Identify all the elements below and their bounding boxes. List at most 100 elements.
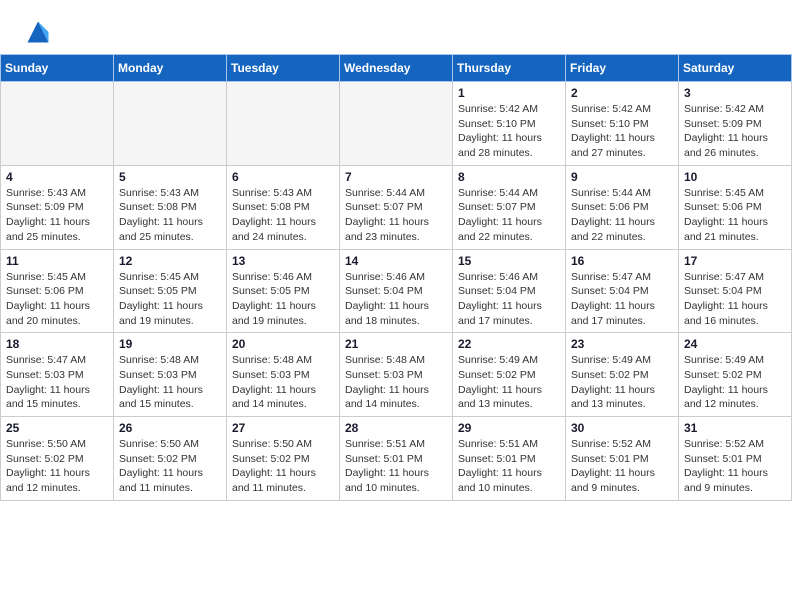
calendar-cell: 12Sunrise: 5:45 AM Sunset: 5:05 PM Dayli… <box>114 249 227 333</box>
calendar-cell: 31 Sunrise: 5:52 AM Sunset: 5:01 PM Dayli… <box>679 417 792 501</box>
calendar-cell: 16 Sunrise: 5:47 AM Sunset: 5:04 PM Dayli… <box>566 249 679 333</box>
calendar-cell: 1 Sunrise: 5:42 AM Sunset: 5:10 PM Daylig… <box>453 82 566 166</box>
day-number: 7 <box>345 170 447 184</box>
calendar-cell: 29Sunrise: 5:51 AM Sunset: 5:01 PM Dayli… <box>453 417 566 501</box>
calendar-cell: 17 Sunrise: 5:47 AM Sunset: 5:04 PM Dayli… <box>679 249 792 333</box>
weekday-header-wednesday: Wednesday <box>340 55 453 82</box>
calendar-week-3: 11 Sunrise: 5:45 AM Sunset: 5:06 PM Dayli… <box>1 249 792 333</box>
calendar-cell <box>340 82 453 166</box>
calendar-week-1: 1 Sunrise: 5:42 AM Sunset: 5:10 PM Daylig… <box>1 82 792 166</box>
calendar-cell: 8Sunrise: 5:44 AM Sunset: 5:07 PM Daylig… <box>453 165 566 249</box>
day-number: 20 <box>232 337 334 351</box>
day-number: 2 <box>571 86 673 100</box>
day-number: 31 <box>684 421 786 435</box>
calendar-cell: 9Sunrise: 5:44 AM Sunset: 5:06 PM Daylig… <box>566 165 679 249</box>
calendar-cell: 21Sunrise: 5:48 AM Sunset: 5:03 PM Dayli… <box>340 333 453 417</box>
day-number: 14 <box>345 254 447 268</box>
calendar-cell <box>227 82 340 166</box>
day-number: 16 <box>571 254 673 268</box>
calendar-cell: 3 Sunrise: 5:42 AM Sunset: 5:09 PM Daylig… <box>679 82 792 166</box>
day-detail: Sunrise: 5:46 AM Sunset: 5:04 PM Dayligh… <box>458 270 560 329</box>
day-detail: Sunrise: 5:42 AM Sunset: 5:10 PM Dayligh… <box>458 102 560 161</box>
logo-icon <box>24 18 52 46</box>
day-detail: Sunrise: 5:47 AM Sunset: 5:04 PM Dayligh… <box>684 270 786 329</box>
calendar-cell: 7 Sunrise: 5:44 AM Sunset: 5:07 PM Daylig… <box>340 165 453 249</box>
day-number: 23 <box>571 337 673 351</box>
calendar-cell: 6Sunrise: 5:43 AM Sunset: 5:08 PM Daylig… <box>227 165 340 249</box>
weekday-header-saturday: Saturday <box>679 55 792 82</box>
calendar-week-2: 4 Sunrise: 5:43 AM Sunset: 5:09 PM Daylig… <box>1 165 792 249</box>
calendar-cell: 28Sunrise: 5:51 AM Sunset: 5:01 PM Dayli… <box>340 417 453 501</box>
calendar-cell <box>114 82 227 166</box>
day-number: 22 <box>458 337 560 351</box>
calendar-cell <box>1 82 114 166</box>
day-detail: Sunrise: 5:51 AM Sunset: 5:01 PM Dayligh… <box>458 437 560 496</box>
calendar-cell: 20 Sunrise: 5:48 AM Sunset: 5:03 PM Dayli… <box>227 333 340 417</box>
day-number: 18 <box>6 337 108 351</box>
day-number: 15 <box>458 254 560 268</box>
day-detail: Sunrise: 5:42 AM Sunset: 5:10 PM Dayligh… <box>571 102 673 161</box>
day-number: 25 <box>6 421 108 435</box>
weekday-header-monday: Monday <box>114 55 227 82</box>
weekday-header-thursday: Thursday <box>453 55 566 82</box>
day-detail: Sunrise: 5:49 AM Sunset: 5:02 PM Dayligh… <box>571 353 673 412</box>
calendar-week-4: 18 Sunrise: 5:47 AM Sunset: 5:03 PM Dayli… <box>1 333 792 417</box>
day-detail: Sunrise: 5:46 AM Sunset: 5:04 PM Dayligh… <box>345 270 447 329</box>
calendar-table: SundayMondayTuesdayWednesdayThursdayFrid… <box>0 54 792 501</box>
day-detail: Sunrise: 5:43 AM Sunset: 5:08 PM Dayligh… <box>119 186 221 245</box>
day-number: 28 <box>345 421 447 435</box>
day-number: 8 <box>458 170 560 184</box>
day-detail: Sunrise: 5:43 AM Sunset: 5:08 PM Dayligh… <box>232 186 334 245</box>
day-detail: Sunrise: 5:43 AM Sunset: 5:09 PM Dayligh… <box>6 186 108 245</box>
day-number: 1 <box>458 86 560 100</box>
day-number: 5 <box>119 170 221 184</box>
calendar-cell: 5 Sunrise: 5:43 AM Sunset: 5:08 PM Daylig… <box>114 165 227 249</box>
calendar-cell: 24 Sunrise: 5:49 AM Sunset: 5:02 PM Dayli… <box>679 333 792 417</box>
day-detail: Sunrise: 5:47 AM Sunset: 5:03 PM Dayligh… <box>6 353 108 412</box>
calendar-week-5: 25 Sunrise: 5:50 AM Sunset: 5:02 PM Dayli… <box>1 417 792 501</box>
day-number: 10 <box>684 170 786 184</box>
calendar-cell: 26Sunrise: 5:50 AM Sunset: 5:02 PM Dayli… <box>114 417 227 501</box>
day-number: 9 <box>571 170 673 184</box>
day-detail: Sunrise: 5:48 AM Sunset: 5:03 PM Dayligh… <box>232 353 334 412</box>
calendar-cell: 25 Sunrise: 5:50 AM Sunset: 5:02 PM Dayli… <box>1 417 114 501</box>
calendar-cell: 22 Sunrise: 5:49 AM Sunset: 5:02 PM Dayli… <box>453 333 566 417</box>
day-detail: Sunrise: 5:52 AM Sunset: 5:01 PM Dayligh… <box>571 437 673 496</box>
day-detail: Sunrise: 5:50 AM Sunset: 5:02 PM Dayligh… <box>6 437 108 496</box>
day-number: 4 <box>6 170 108 184</box>
day-number: 27 <box>232 421 334 435</box>
day-detail: Sunrise: 5:49 AM Sunset: 5:02 PM Dayligh… <box>458 353 560 412</box>
day-number: 13 <box>232 254 334 268</box>
day-detail: Sunrise: 5:45 AM Sunset: 5:06 PM Dayligh… <box>6 270 108 329</box>
calendar-cell: 10 Sunrise: 5:45 AM Sunset: 5:06 PM Dayli… <box>679 165 792 249</box>
day-detail: Sunrise: 5:42 AM Sunset: 5:09 PM Dayligh… <box>684 102 786 161</box>
calendar-cell: 19Sunrise: 5:48 AM Sunset: 5:03 PM Dayli… <box>114 333 227 417</box>
day-detail: Sunrise: 5:45 AM Sunset: 5:05 PM Dayligh… <box>119 270 221 329</box>
day-detail: Sunrise: 5:50 AM Sunset: 5:02 PM Dayligh… <box>119 437 221 496</box>
day-number: 24 <box>684 337 786 351</box>
calendar-cell: 4 Sunrise: 5:43 AM Sunset: 5:09 PM Daylig… <box>1 165 114 249</box>
calendar-cell: 27Sunrise: 5:50 AM Sunset: 5:02 PM Dayli… <box>227 417 340 501</box>
day-number: 17 <box>684 254 786 268</box>
day-number: 21 <box>345 337 447 351</box>
day-number: 3 <box>684 86 786 100</box>
day-detail: Sunrise: 5:46 AM Sunset: 5:05 PM Dayligh… <box>232 270 334 329</box>
calendar-cell: 23 Sunrise: 5:49 AM Sunset: 5:02 PM Dayli… <box>566 333 679 417</box>
calendar-cell: 15 Sunrise: 5:46 AM Sunset: 5:04 PM Dayli… <box>453 249 566 333</box>
weekday-header-friday: Friday <box>566 55 679 82</box>
day-number: 11 <box>6 254 108 268</box>
header <box>0 0 792 54</box>
day-number: 30 <box>571 421 673 435</box>
calendar-cell: 14 Sunrise: 5:46 AM Sunset: 5:04 PM Dayli… <box>340 249 453 333</box>
day-detail: Sunrise: 5:52 AM Sunset: 5:01 PM Dayligh… <box>684 437 786 496</box>
day-detail: Sunrise: 5:44 AM Sunset: 5:07 PM Dayligh… <box>345 186 447 245</box>
day-detail: Sunrise: 5:45 AM Sunset: 5:06 PM Dayligh… <box>684 186 786 245</box>
day-detail: Sunrise: 5:48 AM Sunset: 5:03 PM Dayligh… <box>119 353 221 412</box>
calendar-cell: 18 Sunrise: 5:47 AM Sunset: 5:03 PM Dayli… <box>1 333 114 417</box>
day-detail: Sunrise: 5:47 AM Sunset: 5:04 PM Dayligh… <box>571 270 673 329</box>
day-detail: Sunrise: 5:49 AM Sunset: 5:02 PM Dayligh… <box>684 353 786 412</box>
weekday-header-sunday: Sunday <box>1 55 114 82</box>
calendar-header: SundayMondayTuesdayWednesdayThursdayFrid… <box>1 55 792 82</box>
calendar-cell: 11 Sunrise: 5:45 AM Sunset: 5:06 PM Dayli… <box>1 249 114 333</box>
calendar-cell: 30 Sunrise: 5:52 AM Sunset: 5:01 PM Dayli… <box>566 417 679 501</box>
